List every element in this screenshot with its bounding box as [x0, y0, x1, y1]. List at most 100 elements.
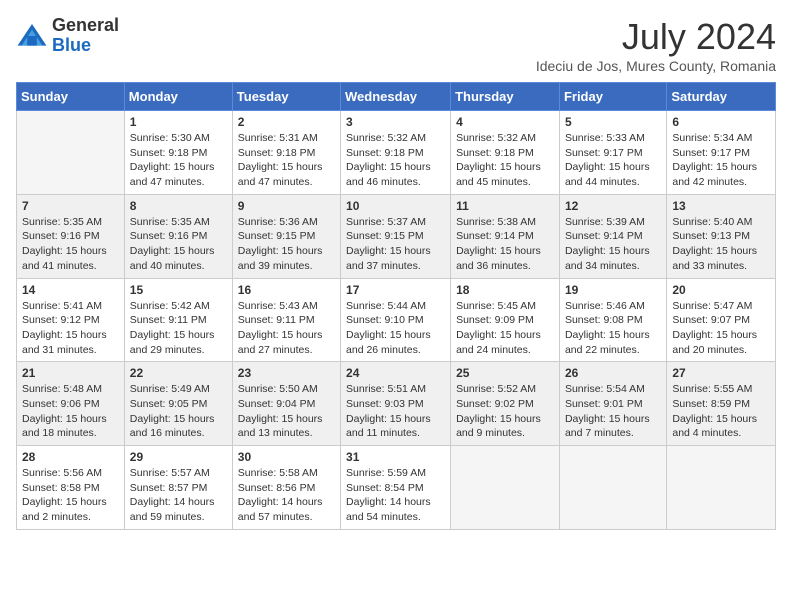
cell-info: Sunrise: 5:43 AM Sunset: 9:11 PM Dayligh… — [238, 299, 335, 358]
day-number: 11 — [456, 199, 554, 213]
day-number: 14 — [22, 283, 119, 297]
calendar-cell: 10Sunrise: 5:37 AM Sunset: 9:15 PM Dayli… — [341, 194, 451, 278]
cell-info: Sunrise: 5:32 AM Sunset: 9:18 PM Dayligh… — [456, 131, 554, 190]
calendar-day-header: Sunday — [17, 83, 125, 111]
calendar-cell: 17Sunrise: 5:44 AM Sunset: 9:10 PM Dayli… — [341, 278, 451, 362]
calendar-week-row: 28 Sunrise: 5:56 AM Sunset: 8:58 PM Dayli… — [17, 446, 776, 530]
calendar-week-row: 7 Sunrise: 5:35 AM Sunset: 9:16 PM Daylig… — [17, 194, 776, 278]
day-number: 20 — [672, 283, 770, 297]
day-number: 7 — [22, 199, 119, 213]
day-number: 13 — [672, 199, 770, 213]
calendar-table: SundayMondayTuesdayWednesdayThursdayFrid… — [16, 82, 776, 530]
calendar-cell — [667, 446, 776, 530]
calendar-cell: 20 Sunrise: 5:47 AM Sunset: 9:07 PM Dayli… — [667, 278, 776, 362]
day-number: 18 — [456, 283, 554, 297]
calendar-day-header: Tuesday — [232, 83, 340, 111]
calendar-header-row: SundayMondayTuesdayWednesdayThursdayFrid… — [17, 83, 776, 111]
day-number: 12 — [565, 199, 661, 213]
cell-info: Sunrise: 5:58 AM Sunset: 8:56 PM Dayligh… — [238, 466, 335, 525]
day-number: 21 — [22, 366, 119, 380]
logo: General Blue — [16, 16, 119, 56]
calendar-day-header: Thursday — [451, 83, 560, 111]
cell-info: Sunrise: 5:44 AM Sunset: 9:10 PM Dayligh… — [346, 299, 445, 358]
cell-info: Sunrise: 5:55 AM Sunset: 8:59 PM Dayligh… — [672, 382, 770, 441]
calendar-cell: 27 Sunrise: 5:55 AM Sunset: 8:59 PM Dayli… — [667, 362, 776, 446]
location: Ideciu de Jos, Mures County, Romania — [536, 58, 776, 74]
day-number: 15 — [130, 283, 227, 297]
calendar-cell: 23Sunrise: 5:50 AM Sunset: 9:04 PM Dayli… — [232, 362, 340, 446]
calendar-cell: 19Sunrise: 5:46 AM Sunset: 9:08 PM Dayli… — [559, 278, 666, 362]
cell-info: Sunrise: 5:33 AM Sunset: 9:17 PM Dayligh… — [565, 131, 661, 190]
logo-icon — [16, 20, 48, 52]
cell-info: Sunrise: 5:36 AM Sunset: 9:15 PM Dayligh… — [238, 215, 335, 274]
day-number: 6 — [672, 115, 770, 129]
cell-info: Sunrise: 5:56 AM Sunset: 8:58 PM Dayligh… — [22, 466, 119, 525]
calendar-cell: 5 Sunrise: 5:33 AM Sunset: 9:17 PM Daylig… — [559, 111, 666, 195]
title-section: July 2024 Ideciu de Jos, Mures County, R… — [536, 16, 776, 74]
calendar-cell: 12Sunrise: 5:39 AM Sunset: 9:14 PM Dayli… — [559, 194, 666, 278]
day-number: 29 — [130, 450, 227, 464]
cell-info: Sunrise: 5:47 AM Sunset: 9:07 PM Dayligh… — [672, 299, 770, 358]
logo-blue: Blue — [52, 36, 119, 56]
calendar-cell: 24 Sunrise: 5:51 AM Sunset: 9:03 PM Dayli… — [341, 362, 451, 446]
cell-info: Sunrise: 5:41 AM Sunset: 9:12 PM Dayligh… — [22, 299, 119, 358]
day-number: 27 — [672, 366, 770, 380]
cell-info: Sunrise: 5:31 AM Sunset: 9:18 PM Dayligh… — [238, 131, 335, 190]
calendar-cell: 21Sunrise: 5:48 AM Sunset: 9:06 PM Dayli… — [17, 362, 125, 446]
day-number: 9 — [238, 199, 335, 213]
calendar-cell: 18 Sunrise: 5:45 AM Sunset: 9:09 PM Dayli… — [451, 278, 560, 362]
day-number: 10 — [346, 199, 445, 213]
calendar-cell: 13 Sunrise: 5:40 AM Sunset: 9:13 PM Dayli… — [667, 194, 776, 278]
logo-general: General — [52, 16, 119, 36]
calendar-cell: 7 Sunrise: 5:35 AM Sunset: 9:16 PM Daylig… — [17, 194, 125, 278]
calendar-cell: 2Sunrise: 5:31 AM Sunset: 9:18 PM Daylig… — [232, 111, 340, 195]
calendar-week-row: 1 Sunrise: 5:30 AM Sunset: 9:18 PM Daylig… — [17, 111, 776, 195]
calendar-cell: 9 Sunrise: 5:36 AM Sunset: 9:15 PM Daylig… — [232, 194, 340, 278]
cell-info: Sunrise: 5:51 AM Sunset: 9:03 PM Dayligh… — [346, 382, 445, 441]
calendar-day-header: Friday — [559, 83, 666, 111]
cell-info: Sunrise: 5:35 AM Sunset: 9:16 PM Dayligh… — [130, 215, 227, 274]
day-number: 3 — [346, 115, 445, 129]
cell-info: Sunrise: 5:49 AM Sunset: 9:05 PM Dayligh… — [130, 382, 227, 441]
day-number: 26 — [565, 366, 661, 380]
cell-info: Sunrise: 5:40 AM Sunset: 9:13 PM Dayligh… — [672, 215, 770, 274]
month-title: July 2024 — [536, 16, 776, 58]
calendar-cell: 22 Sunrise: 5:49 AM Sunset: 9:05 PM Dayli… — [124, 362, 232, 446]
cell-info: Sunrise: 5:45 AM Sunset: 9:09 PM Dayligh… — [456, 299, 554, 358]
calendar-cell — [17, 111, 125, 195]
logo-text: General Blue — [52, 16, 119, 56]
calendar-cell: 25Sunrise: 5:52 AM Sunset: 9:02 PM Dayli… — [451, 362, 560, 446]
cell-info: Sunrise: 5:30 AM Sunset: 9:18 PM Dayligh… — [130, 131, 227, 190]
cell-info: Sunrise: 5:35 AM Sunset: 9:16 PM Dayligh… — [22, 215, 119, 274]
day-number: 1 — [130, 115, 227, 129]
day-number: 5 — [565, 115, 661, 129]
cell-info: Sunrise: 5:54 AM Sunset: 9:01 PM Dayligh… — [565, 382, 661, 441]
day-number: 22 — [130, 366, 227, 380]
day-number: 24 — [346, 366, 445, 380]
calendar-cell: 14 Sunrise: 5:41 AM Sunset: 9:12 PM Dayli… — [17, 278, 125, 362]
calendar-cell: 31 Sunrise: 5:59 AM Sunset: 8:54 PM Dayli… — [341, 446, 451, 530]
day-number: 8 — [130, 199, 227, 213]
cell-info: Sunrise: 5:59 AM Sunset: 8:54 PM Dayligh… — [346, 466, 445, 525]
calendar-cell — [559, 446, 666, 530]
cell-info: Sunrise: 5:34 AM Sunset: 9:17 PM Dayligh… — [672, 131, 770, 190]
day-number: 25 — [456, 366, 554, 380]
calendar-cell: 15 Sunrise: 5:42 AM Sunset: 9:11 PM Dayli… — [124, 278, 232, 362]
cell-info: Sunrise: 5:32 AM Sunset: 9:18 PM Dayligh… — [346, 131, 445, 190]
day-number: 28 — [22, 450, 119, 464]
calendar-day-header: Saturday — [667, 83, 776, 111]
calendar-week-row: 14 Sunrise: 5:41 AM Sunset: 9:12 PM Dayli… — [17, 278, 776, 362]
calendar-cell: 30Sunrise: 5:58 AM Sunset: 8:56 PM Dayli… — [232, 446, 340, 530]
calendar-day-header: Monday — [124, 83, 232, 111]
page-header: General Blue July 2024 Ideciu de Jos, Mu… — [16, 16, 776, 74]
day-number: 19 — [565, 283, 661, 297]
calendar-cell — [451, 446, 560, 530]
calendar-cell: 4Sunrise: 5:32 AM Sunset: 9:18 PM Daylig… — [451, 111, 560, 195]
calendar-cell: 29 Sunrise: 5:57 AM Sunset: 8:57 PM Dayli… — [124, 446, 232, 530]
calendar-day-header: Wednesday — [341, 83, 451, 111]
day-number: 31 — [346, 450, 445, 464]
cell-info: Sunrise: 5:42 AM Sunset: 9:11 PM Dayligh… — [130, 299, 227, 358]
cell-info: Sunrise: 5:50 AM Sunset: 9:04 PM Dayligh… — [238, 382, 335, 441]
cell-info: Sunrise: 5:57 AM Sunset: 8:57 PM Dayligh… — [130, 466, 227, 525]
calendar-cell: 11Sunrise: 5:38 AM Sunset: 9:14 PM Dayli… — [451, 194, 560, 278]
